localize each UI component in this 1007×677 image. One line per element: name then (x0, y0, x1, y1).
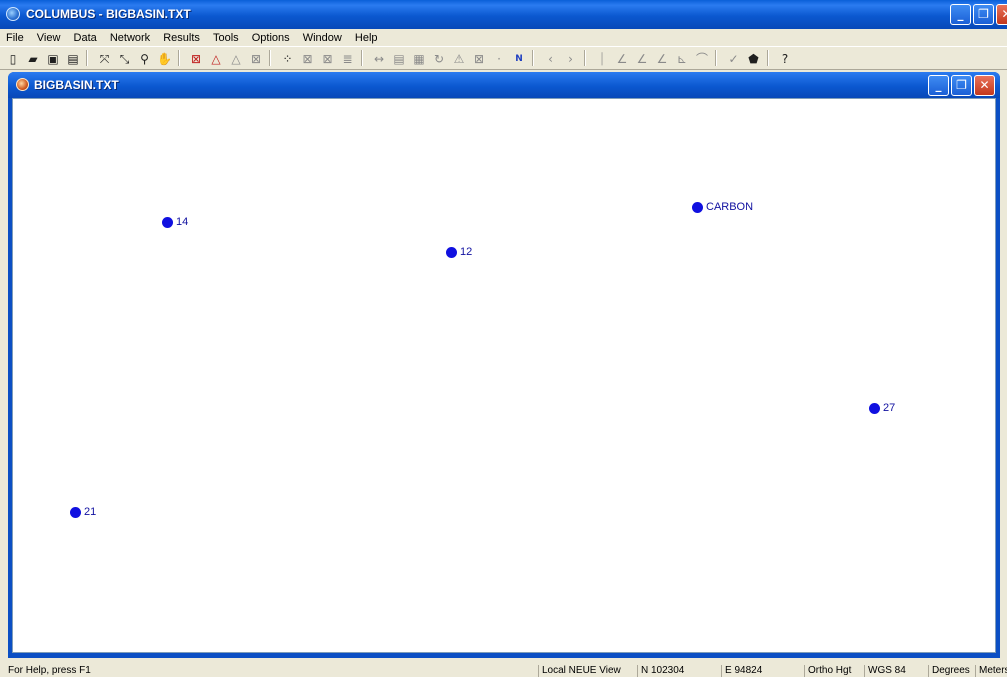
restore-button[interactable]: ❐ (973, 4, 994, 25)
station-marker[interactable] (446, 246, 457, 258)
triangle-dim-icon[interactable]: △ (227, 50, 245, 68)
station-label: 14 (176, 216, 189, 228)
station-marker[interactable] (70, 506, 81, 518)
status-height-type: Ortho Hgt (804, 665, 860, 677)
close-button[interactable]: ✕ (996, 4, 1007, 25)
document-minimize-button[interactable]: _ (928, 75, 949, 96)
menu-results[interactable]: Results (157, 29, 204, 45)
print-icon[interactable]: ▤ (64, 50, 82, 68)
tripod-icon[interactable]: ⚠ (450, 50, 468, 68)
status-north-coordinate: N 102304 (637, 665, 713, 677)
box-cross-4-icon[interactable]: ⊠ (470, 50, 488, 68)
menu-help[interactable]: Help (349, 29, 382, 45)
toolbar-separator (269, 50, 271, 66)
angle2-icon[interactable]: ∠ (633, 50, 651, 68)
open-folder-icon[interactable]: ▰ (24, 50, 42, 68)
menu-bar: File View Data Network Results Tools Opt… (0, 29, 1007, 46)
app-title-bar[interactable]: COLUMBUS - BIGBASIN.TXT _ ❐ ✕ (0, 0, 1007, 29)
station-label: 21 (84, 506, 97, 518)
notes-icon[interactable]: ▦ (410, 50, 428, 68)
zoom-magnify-icon[interactable]: ⚲ (136, 50, 154, 68)
status-help-text: For Help, press F1 (8, 665, 91, 676)
station-marker[interactable] (692, 201, 703, 213)
save-disk-icon[interactable]: ▣ (44, 50, 62, 68)
toolbar-separator (715, 50, 717, 66)
station-marker[interactable] (869, 402, 880, 414)
triangle-icon[interactable]: △ (207, 50, 225, 68)
toolbar-separator (177, 50, 180, 66)
zoom-extents-icon[interactable]: ⤧ (96, 50, 114, 68)
double-arrow-icon[interactable]: ↔ (370, 50, 388, 68)
box-cross-icon[interactable]: ⊠ (247, 50, 265, 68)
station-point[interactable]: 12 (446, 246, 472, 258)
pan-tool-icon[interactable]: ✋ (156, 50, 174, 68)
document-title: BIGBASIN.TXT (34, 78, 119, 92)
new-file-icon[interactable]: ▯ (4, 50, 22, 68)
toolbar-separator (360, 50, 363, 66)
check-icon[interactable]: ✓ (725, 50, 743, 68)
angle-icon[interactable]: ∠ (613, 50, 631, 68)
profile-icon[interactable]: ⊾ (673, 50, 691, 68)
document-window: BIGBASIN.TXT _ ❐ ✕ 14 12 CARBON 27 21 (8, 72, 1000, 658)
station-marker[interactable] (162, 216, 173, 228)
status-angle-units: Degrees (928, 665, 972, 677)
menu-window[interactable]: Window (297, 29, 346, 45)
blob-icon[interactable]: ⬟ (745, 50, 763, 68)
toolbar-separator (583, 50, 586, 66)
menu-network[interactable]: Network (104, 29, 154, 45)
north-arrow-icon[interactable]: N (510, 50, 528, 68)
app-title: COLUMBUS - BIGBASIN.TXT (26, 7, 191, 21)
station-label: 27 (883, 402, 896, 414)
status-view: Local NEUE View (538, 665, 630, 677)
status-datum: WGS 84 (864, 665, 924, 677)
menu-file[interactable]: File (0, 29, 28, 45)
station-label: CARBON (706, 201, 754, 213)
station-point[interactable]: 21 (70, 506, 96, 518)
toolbar-separator (766, 50, 769, 66)
station-label: 12 (460, 246, 473, 258)
station-point[interactable]: 27 (869, 402, 895, 414)
minimize-button[interactable]: _ (950, 4, 971, 25)
arrow-right-icon[interactable]: › (562, 50, 580, 68)
toolbar-separator (86, 50, 88, 66)
network-plot-canvas[interactable]: 14 12 CARBON 27 21 (12, 98, 996, 653)
station-point[interactable]: 14 (162, 216, 188, 228)
box-cross-3-icon[interactable]: ⊠ (319, 50, 337, 68)
traverse-icon[interactable]: ⌒ (693, 50, 711, 68)
station-point[interactable]: CARBON (692, 201, 753, 213)
menu-options[interactable]: Options (246, 29, 294, 45)
arrow-left-icon[interactable]: ‹ (542, 50, 560, 68)
toolbar: ▯ ▰ ▣ ▤ ⤧ ⤡ ⚲ ✋ ⊠ △ △ ⊠ ⁘ ⊠ ⊠ ≣ ↔ ▤ ▦ ↻ … (0, 46, 1007, 70)
vertical-line-icon[interactable]: ⏐ (593, 50, 611, 68)
rotate-icon[interactable]: ↻ (430, 50, 448, 68)
menu-view[interactable]: View (31, 29, 65, 45)
angle3-icon[interactable]: ∠ (653, 50, 671, 68)
network-points-icon[interactable]: ⁘ (279, 50, 297, 68)
app-icon[interactable] (6, 7, 20, 21)
precision-icon[interactable]: · (490, 50, 508, 68)
status-linear-units: Meters (975, 665, 1007, 677)
error-box-icon[interactable]: ⊠ (187, 50, 205, 68)
document-maximize-button[interactable]: ❐ (951, 75, 972, 96)
document-close-button[interactable]: ✕ (974, 75, 995, 96)
status-bar: For Help, press F1 Local NEUE View N 102… (0, 658, 1007, 677)
context-help-icon[interactable]: ? (776, 50, 794, 68)
document-title-bar[interactable]: BIGBASIN.TXT _ ❐ ✕ (8, 72, 1000, 98)
document-icon[interactable]: ▤ (390, 50, 408, 68)
document-icon[interactable] (16, 78, 29, 91)
status-east-coordinate: E 94824 (721, 665, 797, 677)
menu-tools[interactable]: Tools (207, 29, 243, 45)
box-cross-2-icon[interactable]: ⊠ (299, 50, 317, 68)
menu-data[interactable]: Data (68, 29, 101, 45)
zoom-out-icon[interactable]: ⤡ (116, 50, 134, 68)
toolbar-separator (532, 50, 534, 66)
stack-icon[interactable]: ≣ (339, 50, 357, 68)
